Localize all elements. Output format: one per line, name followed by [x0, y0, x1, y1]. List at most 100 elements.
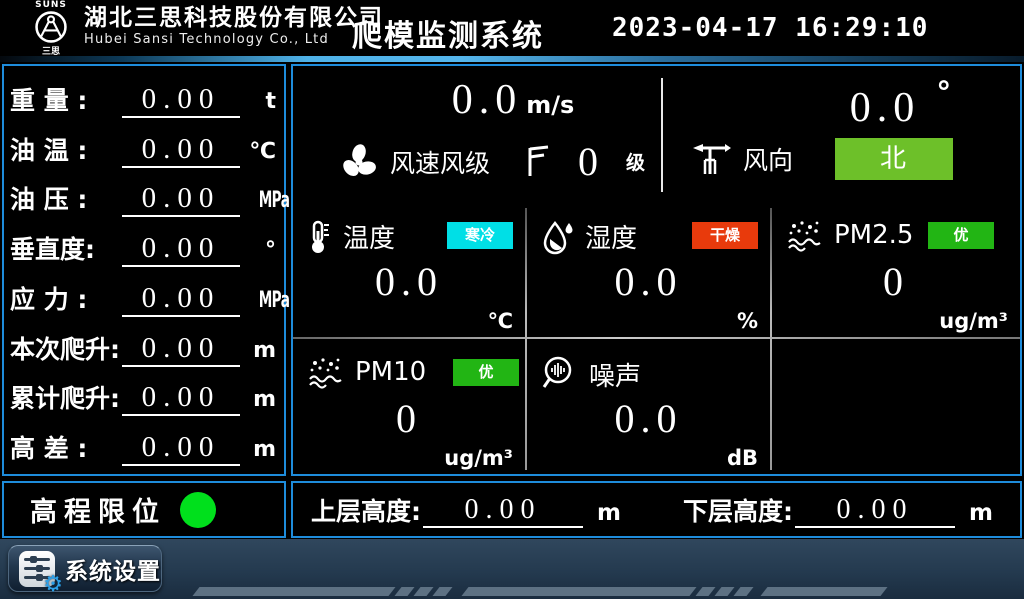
- measurement-value: 0.00: [122, 82, 240, 118]
- wind-direction-value: 0.0: [850, 85, 921, 131]
- header-divider-gradient: [0, 56, 1024, 62]
- sensor-unit: dB: [727, 446, 758, 470]
- footer-stripe-decoration: [196, 587, 884, 596]
- measurement-value: 0.00: [122, 181, 240, 217]
- system-settings-button[interactable]: ⚙ 系统设置: [8, 545, 162, 592]
- footer-bar: ⚙ 系统设置: [0, 539, 1024, 599]
- measurement-row-total-climb: 累计爬升: 0.00 m: [10, 372, 276, 416]
- status-badge: 寒冷: [447, 222, 513, 249]
- sensor-grid: 温度 寒冷 0.0 ℃ 湿度 干燥 0.0 %: [293, 202, 1020, 474]
- measurement-label: 油 温 :: [10, 134, 122, 168]
- lower-height-unit: m: [969, 498, 993, 528]
- sensor-value: 0.0: [293, 258, 525, 305]
- measurement-unit: °: [240, 235, 276, 267]
- measurement-label: 本次爬升:: [10, 333, 122, 367]
- measurement-row-stress: 应 力 : 0.00 MPa: [10, 273, 276, 317]
- environment-panel: 0.0m/s 风速风级: [291, 64, 1022, 476]
- datetime-display: 2023-04-17 16:29:10: [612, 13, 928, 43]
- sensor-value: 0: [293, 395, 525, 442]
- status-badge: 优: [928, 222, 994, 249]
- measurement-row-height-diff: 高 差 : 0.00 m: [10, 422, 276, 466]
- sensor-value: 0.0: [527, 395, 770, 442]
- climbing-formwork-monitor-screen: SUNS 三思 湖北三思科技股份有限公司 Hubei Sansi Technol…: [0, 0, 1024, 599]
- upper-height-value: 0.00: [423, 494, 583, 528]
- lower-height-label: 下层高度:: [683, 496, 793, 528]
- measurement-label: 高 差 :: [10, 432, 122, 466]
- measurement-label: 垂直度:: [10, 233, 122, 267]
- measurement-row-current-climb: 本次爬升: 0.00 m: [10, 323, 276, 367]
- measurement-label: 累计爬升:: [10, 382, 122, 416]
- company-name-en: Hubei Sansi Technology Co., Ltd: [84, 31, 384, 49]
- wind-direction-unit: °: [936, 76, 951, 111]
- sensor-value: 0: [772, 258, 1020, 305]
- measurement-unit: t: [240, 86, 276, 118]
- header-bar: SUNS 三思 湖北三思科技股份有限公司 Hubei Sansi Technol…: [0, 0, 1024, 56]
- measurement-value: 0.00: [122, 231, 240, 267]
- wind-speed-label: 风速风级: [390, 144, 490, 180]
- measurement-unit: m: [240, 434, 276, 466]
- sensor-label: 湿度: [585, 218, 637, 255]
- lower-height-group: 下层高度: 0.00 m: [683, 494, 993, 528]
- sensor-cell-pm10: PM10 优 0 ug/m³: [293, 339, 525, 474]
- fan-icon: [338, 141, 380, 183]
- wind-direction-label: 风向: [743, 141, 793, 177]
- page-title: 爬模监测系统: [352, 11, 544, 55]
- sensor-unit: ℃: [488, 309, 513, 333]
- company-name-block: 湖北三思科技股份有限公司 Hubei Sansi Technology Co.,…: [84, 5, 384, 49]
- sensor-label: PM2.5: [834, 220, 913, 250]
- measurement-unit: m: [240, 335, 276, 367]
- dust-particles-icon: [307, 355, 345, 389]
- measurement-value: 0.00: [122, 430, 240, 466]
- noise-meter-icon: [541, 355, 579, 393]
- sansi-logo-icon: [34, 10, 68, 44]
- wind-speed-value: 0.0: [452, 77, 523, 123]
- upper-height-unit: m: [597, 498, 621, 528]
- wind-direction-badge: 北: [835, 138, 953, 180]
- measurement-label: 油 压 :: [10, 183, 122, 217]
- measurement-label: 重 量 :: [10, 84, 122, 118]
- humidity-drop-icon: [541, 219, 575, 255]
- sensor-cell-humidity: 湿度 干燥 0.0 %: [527, 202, 770, 337]
- wind-section: 0.0m/s 风速风级: [293, 66, 1020, 202]
- layer-heights-panel: 上层高度: 0.00 m 下层高度: 0.00 m: [291, 481, 1022, 538]
- measurement-unit: MPa: [259, 285, 290, 317]
- measurement-value: 0.00: [122, 331, 240, 367]
- measurement-value: 0.00: [122, 132, 240, 168]
- measurements-panel: 重 量 : 0.00 t 油 温 : 0.00 ℃ 油 压 : 0.00 MPa…: [2, 64, 286, 476]
- measurement-value: 0.00: [122, 380, 240, 416]
- sensor-cell-noise: 噪声 0.0 dB: [527, 339, 770, 474]
- status-badge: 优: [453, 359, 519, 386]
- lower-height-value: 0.00: [795, 494, 955, 528]
- upper-height-label: 上层高度:: [311, 496, 421, 528]
- wind-level-value: 0: [578, 138, 598, 185]
- measurement-unit: ℃: [240, 136, 276, 168]
- sensor-label: 噪声: [589, 356, 641, 393]
- measurement-rows: 重 量 : 0.00 t 油 温 : 0.00 ℃ 油 压 : 0.00 MPa…: [4, 66, 284, 474]
- status-badge: 干燥: [692, 222, 758, 249]
- measurement-row-verticality: 垂直度: 0.00 °: [10, 223, 276, 267]
- measurement-label: 应 力 :: [10, 283, 122, 317]
- measurement-row-oil-temp: 油 温 : 0.00 ℃: [10, 124, 276, 168]
- wind-level-flag-icon: [526, 145, 552, 179]
- wind-vane-icon: [687, 138, 733, 180]
- sensor-cell-temperature: 温度 寒冷 0.0 ℃: [293, 202, 525, 337]
- company-logo: SUNS 三思: [22, 0, 80, 56]
- elevation-limit-label: 高程限位: [30, 490, 166, 529]
- measurement-unit: m: [240, 384, 276, 416]
- wind-direction-block: 0.0 ° 风向 北: [663, 66, 1020, 202]
- wind-speed-unit: m/s: [526, 91, 574, 119]
- elevation-limit-status-light: [180, 492, 216, 528]
- company-name-cn: 湖北三思科技股份有限公司: [84, 5, 384, 31]
- sensor-unit: ug/m³: [444, 446, 513, 470]
- measurement-unit: MPa: [259, 185, 290, 217]
- measurement-row-oil-pressure: 油 压 : 0.00 MPa: [10, 173, 276, 217]
- thermometer-icon: [307, 219, 333, 255]
- elevation-limit-panel: 高程限位: [2, 481, 286, 538]
- wind-level-unit: 级: [626, 148, 645, 175]
- upper-height-group: 上层高度: 0.00 m: [311, 494, 621, 528]
- sensor-unit: ug/m³: [939, 309, 1008, 333]
- measurement-value: 0.00: [122, 281, 240, 317]
- measurement-row-weight: 重 量 : 0.00 t: [10, 74, 276, 118]
- sensor-unit: %: [737, 309, 758, 333]
- dust-particles-icon: [786, 218, 824, 252]
